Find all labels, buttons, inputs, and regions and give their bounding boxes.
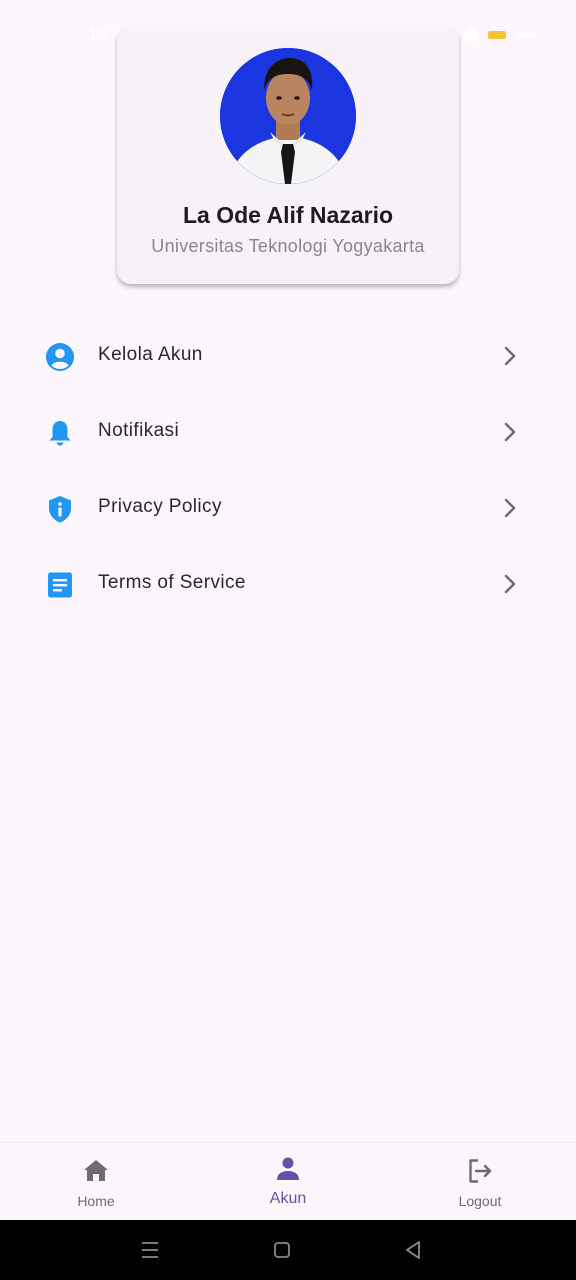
account-circle-icon	[46, 343, 74, 371]
chevron-right-icon	[504, 346, 516, 366]
person-icon	[277, 1157, 299, 1180]
menu-item-privacy-policy[interactable]: Privacy Policy	[0, 469, 576, 545]
bottom-navigation: Home Akun Logout	[0, 1142, 576, 1220]
back-icon[interactable]	[398, 1235, 428, 1265]
bell-icon	[49, 421, 71, 446]
menu-item-label: Notifikasi	[98, 420, 180, 441]
nav-label-akun: Akun	[269, 1190, 307, 1207]
profile-name: La Ode Alif Nazario	[182, 202, 394, 228]
chevron-right-icon	[504, 574, 516, 594]
shield-info-icon	[49, 496, 71, 523]
profile-card: La Ode Alif Nazario Universitas Teknolog…	[117, 26, 459, 284]
menu-item-label: Terms of Service	[98, 572, 246, 593]
menu-icon[interactable]	[135, 1235, 165, 1265]
profile-university: Universitas Teknologi Yogyakarta	[151, 236, 425, 256]
menu-item-kelola-akun[interactable]: Kelola Akun	[0, 317, 576, 393]
menu-item-notifikasi[interactable]: Notifikasi	[0, 393, 576, 469]
menu-item-label: Kelola Akun	[98, 344, 203, 365]
document-icon	[48, 572, 72, 598]
home-square-icon[interactable]	[267, 1235, 297, 1265]
menu-item-terms-of-service[interactable]: Terms of Service	[0, 545, 576, 621]
settings-menu: Kelola Akun Notifikasi Privacy Policy Te…	[0, 317, 576, 621]
chevron-right-icon	[504, 422, 516, 442]
battery-icon	[488, 31, 506, 39]
wifi-icon	[464, 28, 478, 42]
chevron-right-icon	[504, 498, 516, 518]
nav-item-home[interactable]: Home	[0, 1143, 192, 1221]
home-icon	[84, 1160, 108, 1181]
avatar	[220, 48, 356, 184]
nav-label-logout: Logout	[458, 1193, 502, 1209]
nav-item-akun[interactable]: Akun	[192, 1143, 384, 1221]
signal-icon	[516, 32, 536, 38]
system-navigation-bar	[0, 1220, 576, 1280]
logout-icon	[469, 1159, 492, 1183]
nav-label-home: Home	[77, 1193, 115, 1209]
menu-item-label: Privacy Policy	[98, 496, 222, 517]
nav-item-logout[interactable]: Logout	[384, 1143, 576, 1221]
